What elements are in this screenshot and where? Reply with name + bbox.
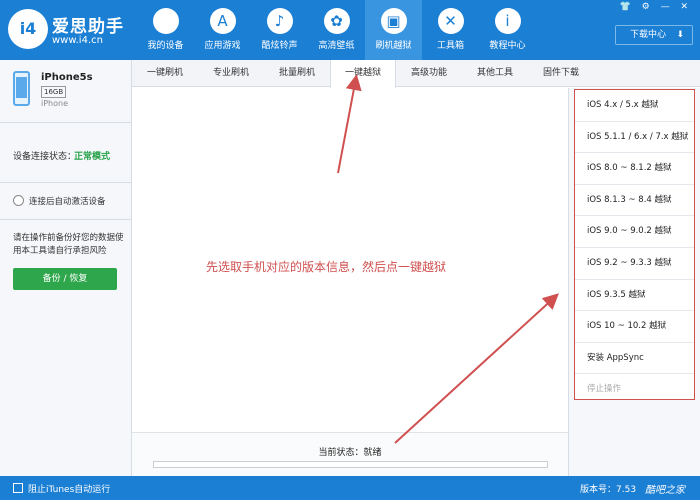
box-icon: ▣ (380, 8, 407, 34)
itunes-autorun-checkbox[interactable] (13, 483, 23, 493)
phone-icon (13, 71, 30, 106)
connection-status-value: 正常模式 (74, 152, 111, 162)
tab-one-click-flash[interactable]: 一键刷机 (132, 60, 198, 87)
auto-activate-row[interactable]: 连接后自动激活设备 (0, 183, 131, 220)
device-name: iPhone5s (41, 72, 93, 83)
device-type: iPhone (41, 99, 69, 108)
download-center-label: 下载中心 (630, 30, 667, 40)
nav-ringtones[interactable]: ♪ 酷炫铃声 (251, 0, 308, 60)
window-controls[interactable]: 👕 ⚙ — ✕ (620, 2, 692, 12)
tab-firmware-download[interactable]: 固件下载 (528, 60, 594, 87)
version-label: 版本号：7.53 (580, 485, 637, 495)
nav-wallpapers[interactable]: ✿ 高清壁纸 (308, 0, 365, 60)
instruction-hint: 先选取手机对应的版本信息，然后点一键越狱 (206, 260, 447, 274)
jailbreak-option[interactable]: iOS 8.1.3 ~ 8.4 越狱 (575, 185, 694, 217)
tab-one-click-jailbreak[interactable]: 一键越狱 (330, 60, 396, 88)
backup-restore-button[interactable]: 备份 / 恢复 (13, 268, 117, 290)
device-info: iPhone5s 16GB iPhone (0, 60, 131, 123)
connection-status-label: 设备连接状态： (13, 152, 77, 162)
info-icon: i (494, 8, 521, 34)
tab-batch-flash[interactable]: 批量刷机 (264, 60, 330, 87)
tab-bar: 一键刷机 专业刷机 批量刷机 一键越狱 高级功能 其他工具 固件下载 (132, 60, 700, 88)
stop-operation-option: 停止操作 (587, 384, 622, 395)
app-store-icon: A (209, 8, 236, 34)
auto-activate-radio[interactable] (13, 195, 24, 206)
tab-other-tools[interactable]: 其他工具 (462, 60, 528, 87)
header: i4 爱思助手 www.i4.cn 我的设备 A 应用游戏 ♪ 酷炫铃声 ✿ 高… (0, 0, 700, 60)
apple-icon (152, 8, 179, 34)
install-appsync-option[interactable]: 安装 AppSync (575, 343, 694, 375)
connection-status-row: 设备连接状态： 正常模式 (0, 123, 131, 183)
nav-label: 酷炫铃声 (261, 41, 298, 51)
progress-bar (153, 461, 548, 468)
nav-label: 工具箱 (436, 41, 464, 51)
jailbreak-option[interactable]: iOS 5.1.1 / 6.x / 7.x 越狱 (575, 122, 694, 154)
device-capacity-badge: 16GB (41, 86, 67, 98)
jailbreak-option[interactable]: iOS 8.0 ~ 8.1.2 越狱 (575, 153, 694, 185)
sidebar: iPhone5s 16GB iPhone 设备连接状态： 正常模式 连接后自动激… (0, 60, 132, 476)
jailbreak-option[interactable]: iOS 10 ~ 10.2 越狱 (575, 311, 694, 343)
brand-url: www.i4.cn (52, 35, 103, 46)
nav-tutorials[interactable]: i 教程中心 (479, 0, 536, 60)
status-area: 当前状态：就绪 (132, 432, 568, 476)
nav-label: 教程中心 (489, 41, 526, 51)
itunes-autorun-label: 阻止iTunes自动运行 (28, 485, 111, 495)
flower-icon: ✿ (323, 8, 350, 34)
main-content: 先选取手机对应的版本信息，然后点一键越狱 当前状态：就绪 (132, 88, 568, 476)
auto-activate-label: 连接后自动激活设备 (29, 197, 106, 207)
watermark: 酷吧之家 (645, 485, 685, 496)
nav-my-device[interactable]: 我的设备 (137, 0, 194, 60)
backup-tip: 请在操作前备份好您的数据使用本工具请自行承担风险 (13, 233, 124, 256)
brand-name: 爱思助手 (52, 17, 124, 37)
bell-icon: ♪ (266, 8, 293, 34)
jailbreak-panel: iOS 4.x / 5.x 越狱 iOS 5.1.1 / 6.x / 7.x 越… (568, 88, 700, 476)
tools-icon: ✕ (437, 8, 464, 34)
tab-pro-flash[interactable]: 专业刷机 (198, 60, 264, 87)
jailbreak-option[interactable]: iOS 9.2 ~ 9.3.3 越狱 (575, 248, 694, 280)
nav-label: 高清壁纸 (318, 41, 355, 51)
nav-flash-jailbreak[interactable]: ▣ 刷机越狱 (365, 0, 422, 60)
status-bar: 阻止iTunes自动运行 版本号：7.53 酷吧之家 (0, 476, 700, 500)
nav-toolbox[interactable]: ✕ 工具箱 (422, 0, 479, 60)
download-center-button[interactable]: 下载中心 ⬇ (615, 25, 693, 45)
jailbreak-option[interactable]: iOS 9.3.5 越狱 (575, 280, 694, 312)
jailbreak-option[interactable]: iOS 9.0 ~ 9.0.2 越狱 (575, 216, 694, 248)
jailbreak-option[interactable]: iOS 4.x / 5.x 越狱 (575, 90, 694, 122)
main-nav: 我的设备 A 应用游戏 ♪ 酷炫铃声 ✿ 高清壁纸 ▣ 刷机越狱 ✕ 工具箱 i… (137, 0, 536, 60)
tab-advanced[interactable]: 高级功能 (396, 60, 462, 87)
nav-apps-games[interactable]: A 应用游戏 (194, 0, 251, 60)
app-logo: i4 (8, 9, 48, 49)
current-status: 当前状态：就绪 (318, 448, 382, 458)
download-icon: ⬇ (676, 30, 684, 40)
nav-label: 我的设备 (147, 41, 184, 51)
nav-label: 刷机越狱 (375, 41, 412, 51)
nav-label: 应用游戏 (204, 41, 241, 51)
jailbreak-version-list: iOS 4.x / 5.x 越狱 iOS 5.1.1 / 6.x / 7.x 越… (574, 89, 695, 400)
